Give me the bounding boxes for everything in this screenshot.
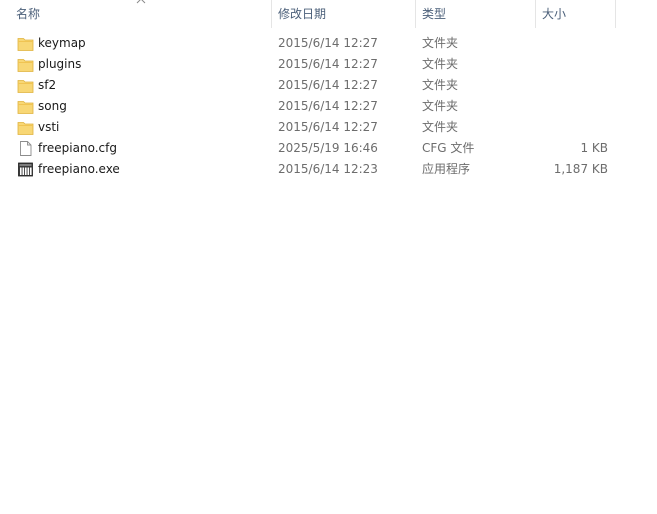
- file-type: 应用程序: [422, 162, 471, 176]
- column-header-name[interactable]: 名称: [10, 0, 270, 28]
- folder-icon: [17, 101, 34, 114]
- application-icon: [18, 162, 33, 177]
- file-name[interactable]: keymap: [38, 33, 86, 54]
- column-header-type[interactable]: 类型: [415, 0, 535, 28]
- folder-icon: [17, 122, 34, 135]
- file-date: 2015/6/14 12:27: [278, 78, 378, 92]
- file-type: 文件夹: [422, 99, 459, 113]
- file-name[interactable]: vsti: [38, 117, 59, 138]
- file-list: keymap 2015/6/14 12:27 文件夹 plugins 2015/…: [0, 33, 657, 180]
- file-date: 2015/6/14 12:23: [278, 162, 378, 176]
- file-row[interactable]: song 2015/6/14 12:27 文件夹: [0, 96, 657, 117]
- file-name[interactable]: sf2: [38, 75, 56, 96]
- column-header-size[interactable]: 大小: [535, 0, 615, 28]
- file-type: 文件夹: [422, 120, 459, 134]
- file-row[interactable]: vsti 2015/6/14 12:27 文件夹: [0, 117, 657, 138]
- file-name[interactable]: plugins: [38, 54, 81, 75]
- file-date: 2015/6/14 12:27: [278, 57, 378, 71]
- file-size: 1,187 KB: [553, 162, 608, 176]
- file-row[interactable]: freepiano.exe 2015/6/14 12:23 应用程序 1,187…: [0, 159, 657, 180]
- file-name[interactable]: freepiano.cfg: [38, 138, 117, 159]
- file-name[interactable]: song: [38, 96, 67, 117]
- column-header-end-divider: [615, 0, 657, 28]
- file-date: 2015/6/14 12:27: [278, 36, 378, 50]
- file-row[interactable]: plugins 2015/6/14 12:27 文件夹: [0, 54, 657, 75]
- folder-icon: [17, 38, 34, 51]
- column-header-bar: 名称 修改日期 类型 大小: [0, 0, 657, 28]
- file-date: 2025/5/19 16:46: [278, 141, 378, 155]
- file-row[interactable]: freepiano.cfg 2025/5/19 16:46 CFG 文件 1 K…: [0, 138, 657, 159]
- file-date: 2015/6/14 12:27: [278, 120, 378, 134]
- file-type: 文件夹: [422, 57, 459, 71]
- file-row[interactable]: keymap 2015/6/14 12:27 文件夹: [0, 33, 657, 54]
- column-header-date[interactable]: 修改日期: [271, 0, 415, 28]
- file-type: 文件夹: [422, 78, 459, 92]
- file-type: CFG 文件: [422, 141, 475, 155]
- file-type: 文件夹: [422, 36, 459, 50]
- file-row[interactable]: sf2 2015/6/14 12:27 文件夹: [0, 75, 657, 96]
- document-icon: [20, 141, 32, 156]
- file-name[interactable]: freepiano.exe: [38, 159, 120, 180]
- file-date: 2015/6/14 12:27: [278, 99, 378, 113]
- folder-icon: [17, 59, 34, 72]
- folder-icon: [17, 80, 34, 93]
- file-size: 1 KB: [580, 141, 608, 155]
